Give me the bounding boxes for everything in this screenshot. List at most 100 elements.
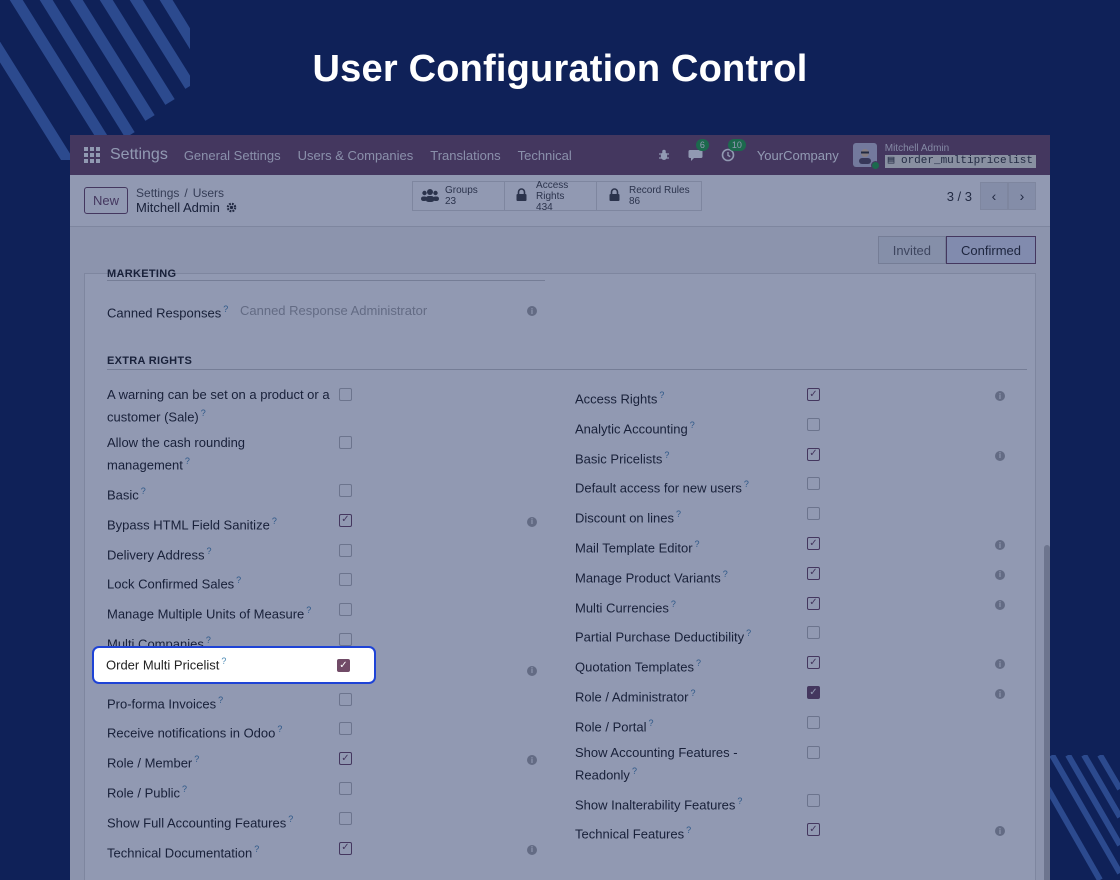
nav-translations[interactable]: Translations: [430, 148, 500, 163]
help-icon[interactable]: ?: [288, 814, 293, 824]
help-icon[interactable]: ?: [221, 656, 226, 666]
help-icon[interactable]: ?: [194, 754, 199, 764]
pager-next-button[interactable]: ›: [1008, 182, 1036, 210]
help-icon[interactable]: ?: [236, 575, 241, 585]
help-icon[interactable]: ?: [306, 605, 311, 615]
info-icon[interactable]: i: [995, 450, 1005, 461]
breadcrumb-users[interactable]: Users: [193, 186, 224, 200]
rights-checkbox[interactable]: [339, 722, 352, 736]
help-icon[interactable]: ?: [686, 825, 691, 835]
highlighted-row-order-multi-pricelist[interactable]: Order Multi Pricelist? ✓: [92, 646, 376, 684]
pager-previous-button[interactable]: ‹: [980, 182, 1008, 210]
info-icon[interactable]: i: [995, 826, 1005, 837]
info-icon[interactable]: i: [995, 540, 1005, 550]
rights-checkbox[interactable]: ✓: [807, 388, 820, 401]
rights-checkbox[interactable]: ✓: [807, 823, 820, 837]
rights-checkbox[interactable]: ✓: [807, 537, 820, 550]
rights-checkbox[interactable]: [339, 811, 352, 825]
help-icon[interactable]: ?: [207, 546, 212, 556]
rights-checkbox[interactable]: ✓: [807, 656, 820, 670]
info-icon[interactable]: i: [527, 665, 537, 676]
smart-button-groups[interactable]: Groups 23: [413, 182, 505, 210]
help-icon[interactable]: ?: [744, 479, 749, 489]
rights-checkbox[interactable]: ✓: [807, 447, 820, 461]
rights-checkbox[interactable]: [807, 715, 820, 729]
nav-brand-settings[interactable]: Settings: [110, 146, 168, 164]
rights-checkbox[interactable]: [339, 436, 352, 449]
help-icon[interactable]: ?: [206, 635, 211, 645]
nav-users-companies[interactable]: Users & Companies: [298, 148, 414, 163]
help-icon[interactable]: ?: [632, 766, 637, 776]
help-icon[interactable]: ?: [696, 658, 701, 668]
smart-button-record-rules[interactable]: Record Rules 86: [597, 182, 701, 210]
help-icon[interactable]: ?: [659, 390, 664, 400]
help-icon[interactable]: ?: [695, 539, 700, 549]
pager-value[interactable]: 3 / 3: [947, 189, 972, 204]
scrollbar[interactable]: [1044, 545, 1050, 880]
help-icon[interactable]: ?: [676, 509, 681, 519]
help-icon[interactable]: ?: [185, 456, 190, 466]
help-icon[interactable]: ?: [723, 569, 728, 579]
info-icon[interactable]: i: [995, 659, 1005, 670]
rights-checkbox[interactable]: [339, 484, 352, 497]
rights-checkbox[interactable]: [339, 543, 352, 557]
rights-checkbox[interactable]: [339, 603, 352, 617]
info-icon[interactable]: i: [527, 306, 537, 316]
rights-checkbox[interactable]: [807, 507, 820, 521]
rights-checkbox[interactable]: [807, 477, 820, 491]
rights-checkbox[interactable]: [807, 745, 820, 759]
info-icon[interactable]: i: [995, 391, 1005, 401]
rights-checkbox[interactable]: [339, 633, 352, 646]
user-avatar[interactable]: [852, 143, 880, 170]
help-icon[interactable]: ?: [223, 304, 228, 314]
rights-checkbox[interactable]: [807, 793, 820, 807]
rights-checkbox[interactable]: ✓: [339, 752, 352, 766]
stage-confirmed[interactable]: Confirmed: [946, 236, 1036, 264]
rights-checkbox[interactable]: [339, 388, 352, 401]
info-icon[interactable]: i: [527, 755, 537, 766]
rights-checkbox[interactable]: ✓: [339, 841, 352, 855]
help-icon[interactable]: ?: [254, 844, 259, 854]
company-switcher[interactable]: YourCompany: [757, 148, 839, 163]
nav-technical[interactable]: Technical: [518, 148, 572, 163]
order-multi-pricelist-checkbox[interactable]: ✓: [337, 659, 350, 672]
apps-grid-icon[interactable]: [84, 147, 100, 163]
help-icon[interactable]: ?: [746, 628, 751, 638]
stage-invited[interactable]: Invited: [877, 236, 947, 264]
gear-icon[interactable]: [226, 202, 237, 213]
info-icon[interactable]: i: [995, 689, 1005, 699]
help-icon[interactable]: ?: [737, 796, 742, 806]
info-icon[interactable]: i: [995, 599, 1005, 610]
breadcrumb-settings[interactable]: Settings: [136, 186, 179, 200]
help-icon[interactable]: ?: [690, 688, 695, 698]
rights-checkbox[interactable]: ✓: [807, 566, 820, 580]
help-icon[interactable]: ?: [664, 450, 669, 460]
help-icon[interactable]: ?: [690, 420, 695, 430]
messages-icon[interactable]: 6: [687, 139, 709, 164]
help-icon[interactable]: ?: [671, 599, 676, 609]
rights-checkbox[interactable]: ✓: [807, 596, 820, 610]
canned-responses-value[interactable]: Canned Response Administrator: [240, 303, 427, 318]
help-icon[interactable]: ?: [649, 718, 654, 728]
help-icon[interactable]: ?: [141, 486, 146, 496]
help-icon[interactable]: ?: [218, 695, 223, 705]
debug-bug-icon[interactable]: [655, 146, 673, 164]
rights-checkbox[interactable]: [807, 626, 820, 640]
new-button[interactable]: New: [84, 187, 129, 214]
info-icon[interactable]: i: [527, 844, 537, 855]
help-icon[interactable]: ?: [277, 724, 282, 734]
info-icon[interactable]: i: [527, 516, 537, 527]
info-icon[interactable]: i: [995, 569, 1005, 580]
rights-checkbox[interactable]: [339, 692, 352, 706]
nav-general-settings[interactable]: General Settings: [184, 148, 281, 163]
smart-button-access-rights[interactable]: Access Rights 434: [505, 180, 597, 213]
help-icon[interactable]: ?: [182, 784, 187, 794]
help-icon[interactable]: ?: [272, 516, 277, 526]
rights-checkbox[interactable]: [339, 573, 352, 587]
activities-clock-icon[interactable]: 10: [719, 139, 746, 164]
rights-checkbox[interactable]: [339, 782, 352, 795]
rights-checkbox[interactable]: [807, 417, 820, 431]
rights-checkbox[interactable]: ✓: [807, 686, 820, 699]
rights-checkbox[interactable]: ✓: [339, 513, 352, 527]
user-name[interactable]: Mitchell Admin: [885, 143, 1036, 154]
